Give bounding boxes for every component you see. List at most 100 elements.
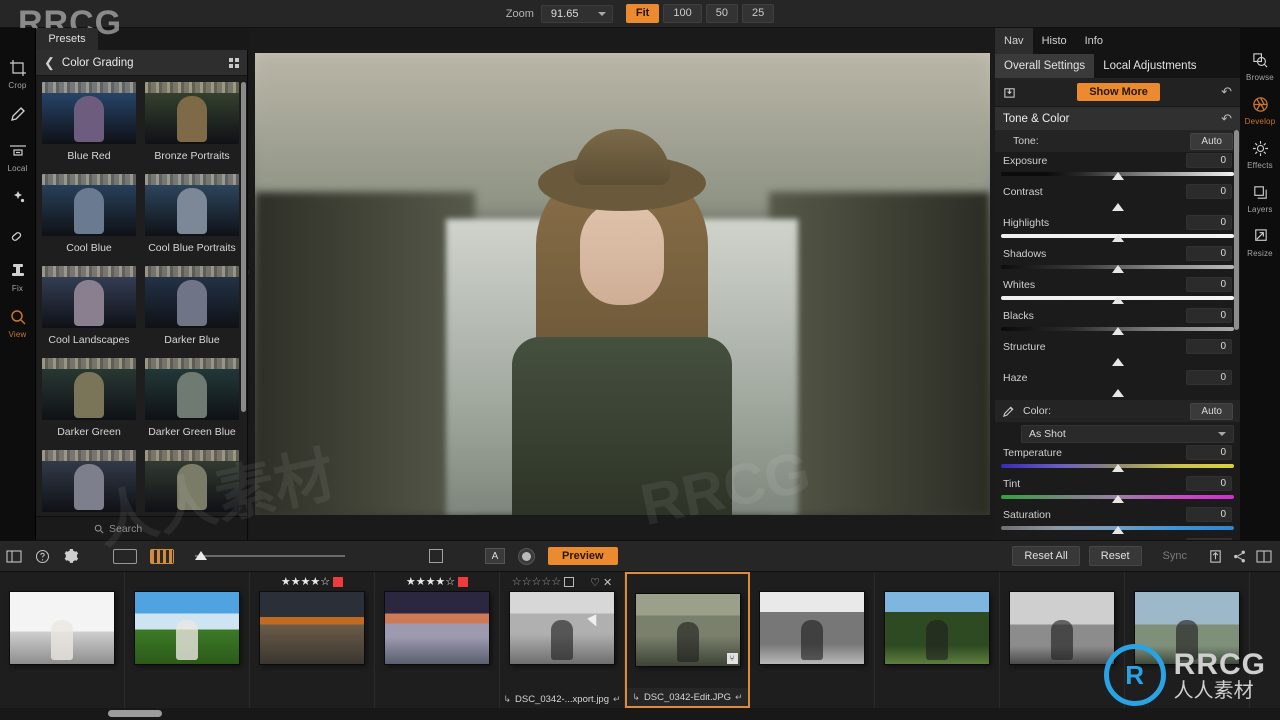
presets-scrollbar[interactable]	[241, 82, 246, 412]
zoom-value-dropdown[interactable]: 91.65	[540, 4, 613, 23]
add-preset-icon[interactable]	[1003, 86, 1016, 99]
preset-item[interactable]: Cool Blue	[42, 174, 136, 262]
module-layers[interactable]: Layers	[1240, 182, 1280, 214]
filmstrip-scroll-handle[interactable]	[108, 710, 162, 717]
preset-item[interactable]: Darker Blue	[145, 266, 239, 354]
chevron-left-icon[interactable]: ❮	[44, 56, 55, 69]
slider-value[interactable]: 0	[1186, 507, 1232, 522]
thumbnail-image[interactable]	[885, 592, 989, 664]
slider-track[interactable]	[1001, 262, 1234, 274]
slider-value[interactable]: 0	[1186, 277, 1232, 292]
filmstrip-item-selected[interactable]: ⑂ ↳ DSC_0342-Edit.JPG ↵	[625, 572, 750, 708]
slider-handle[interactable]	[1111, 296, 1124, 304]
zoom-100-button[interactable]: 100	[663, 4, 702, 23]
sync-button[interactable]: Sync	[1151, 546, 1199, 566]
presets-search[interactable]: Search	[36, 516, 247, 540]
thumbnail-image[interactable]	[260, 592, 364, 664]
white-balance-dropdown[interactable]: As Shot	[1021, 425, 1234, 443]
preset-thumbnail[interactable]	[42, 266, 136, 328]
slider-value[interactable]: 0	[1186, 339, 1232, 354]
star-rating[interactable]: ★★★★☆	[281, 576, 330, 588]
slider-handle[interactable]	[1111, 203, 1124, 211]
filmstrip-item[interactable]	[750, 572, 875, 708]
preset-thumbnail[interactable]	[42, 450, 136, 512]
slider-value[interactable]: 0	[1186, 215, 1232, 230]
tab-nav[interactable]: Nav	[995, 28, 1033, 54]
tone-auto-button[interactable]: Auto	[1190, 132, 1233, 150]
slider-handle[interactable]	[1111, 265, 1124, 273]
soft-proof-icon[interactable]	[518, 547, 535, 565]
slider-track[interactable]	[1001, 231, 1234, 243]
reset-arrow-icon[interactable]: ↶	[1221, 84, 1232, 100]
module-develop[interactable]: Develop	[1240, 94, 1280, 126]
preset-thumbnail[interactable]	[145, 358, 239, 420]
reset-button[interactable]: Reset	[1088, 546, 1142, 566]
show-panels-icon[interactable]	[6, 549, 22, 563]
zoom-25-button[interactable]: 25	[741, 4, 775, 23]
eyedropper-icon[interactable]	[1002, 405, 1015, 418]
tool-view[interactable]: View	[0, 307, 36, 339]
filmstrip-item[interactable]	[875, 572, 1000, 708]
tab-histo[interactable]: Histo	[1033, 28, 1076, 54]
image-canvas[interactable]	[249, 28, 995, 540]
slider-track[interactable]	[1001, 169, 1234, 181]
preset-item[interactable]: Faded	[42, 450, 136, 516]
slider-track[interactable]	[1001, 293, 1234, 305]
color-label[interactable]	[333, 577, 344, 587]
thumbnail-size-slider[interactable]	[195, 550, 345, 562]
preset-item[interactable]: Bronze Portraits	[145, 82, 239, 170]
star-rating[interactable]: ★★★★☆	[406, 576, 455, 588]
module-effects[interactable]: Effects	[1240, 138, 1280, 170]
slider-handle[interactable]	[1111, 464, 1124, 472]
slider-handle[interactable]	[1111, 327, 1124, 335]
tool-blemish-remover[interactable]	[0, 224, 36, 247]
slider-handle[interactable]	[1111, 495, 1124, 503]
slider-handle[interactable]	[1111, 389, 1124, 397]
preset-item[interactable]: Cool Landscapes	[42, 266, 136, 354]
single-view-icon[interactable]	[113, 548, 137, 564]
slider-track[interactable]	[1001, 492, 1234, 504]
presets-tab[interactable]: Presets	[36, 28, 98, 50]
slider-track[interactable]	[1001, 355, 1234, 367]
slider-track[interactable]	[1001, 200, 1234, 212]
settings-scrollbar[interactable]	[1234, 130, 1239, 330]
preset-thumbnail[interactable]	[145, 174, 239, 236]
filmstrip[interactable]: ★★★★☆ ★★★★☆ ☆☆☆☆☆ ♡ ✕ ↳ DSC_0342-...xport.jpg ↵…	[0, 572, 1280, 708]
tool-brush[interactable]	[0, 104, 36, 127]
slider-value[interactable]: 0	[1186, 476, 1232, 491]
like-icon[interactable]: ♡	[590, 576, 600, 589]
color-label[interactable]	[458, 577, 469, 587]
tool-crop[interactable]: Crop	[0, 58, 36, 90]
reset-all-button[interactable]: Reset All	[1012, 546, 1080, 566]
show-more-button[interactable]: Show More	[1077, 83, 1160, 101]
preset-item[interactable]: Cool Blue Portraits	[145, 174, 239, 262]
preset-item[interactable]: Blue Red	[42, 82, 136, 170]
compare-icon[interactable]	[1256, 549, 1272, 563]
filmstrip-item[interactable]: ☆☆☆☆☆ ♡ ✕ ↳ DSC_0342-...xport.jpg ↵	[500, 572, 625, 708]
filmstrip-item[interactable]	[0, 572, 125, 708]
zoom-fit-button[interactable]: Fit	[625, 4, 660, 23]
a-button[interactable]: A	[485, 548, 505, 564]
tab-local-adjustments[interactable]: Local Adjustments	[1094, 54, 1205, 78]
module-browse[interactable]: Browse	[1240, 50, 1280, 82]
filmstrip-item[interactable]	[125, 572, 250, 708]
slider-value[interactable]: 0	[1186, 445, 1232, 460]
tool-perfect-brush[interactable]	[0, 187, 36, 210]
slider-track[interactable]	[1001, 461, 1234, 473]
filmstrip-view-icon[interactable]	[150, 548, 174, 564]
preset-item[interactable]: Darker Green	[42, 358, 136, 446]
preset-thumbnail[interactable]	[145, 82, 239, 144]
color-label[interactable]	[564, 577, 575, 587]
crop-square-icon[interactable]	[429, 549, 443, 563]
slider-value[interactable]: 0	[1186, 370, 1232, 385]
slider-value[interactable]: 0	[1186, 246, 1232, 261]
settings-gear-icon[interactable]	[63, 548, 79, 564]
module-resize[interactable]: Resize	[1240, 226, 1280, 258]
tab-overall-settings[interactable]: Overall Settings	[995, 54, 1095, 78]
slider-handle[interactable]	[1111, 234, 1124, 242]
tool-local[interactable]: Local	[0, 141, 36, 173]
preset-thumbnail[interactable]	[42, 358, 136, 420]
section-reset-arrow-icon[interactable]: ↶	[1221, 111, 1232, 127]
thumbnail-image[interactable]	[760, 592, 864, 664]
preset-thumbnail[interactable]	[42, 174, 136, 236]
